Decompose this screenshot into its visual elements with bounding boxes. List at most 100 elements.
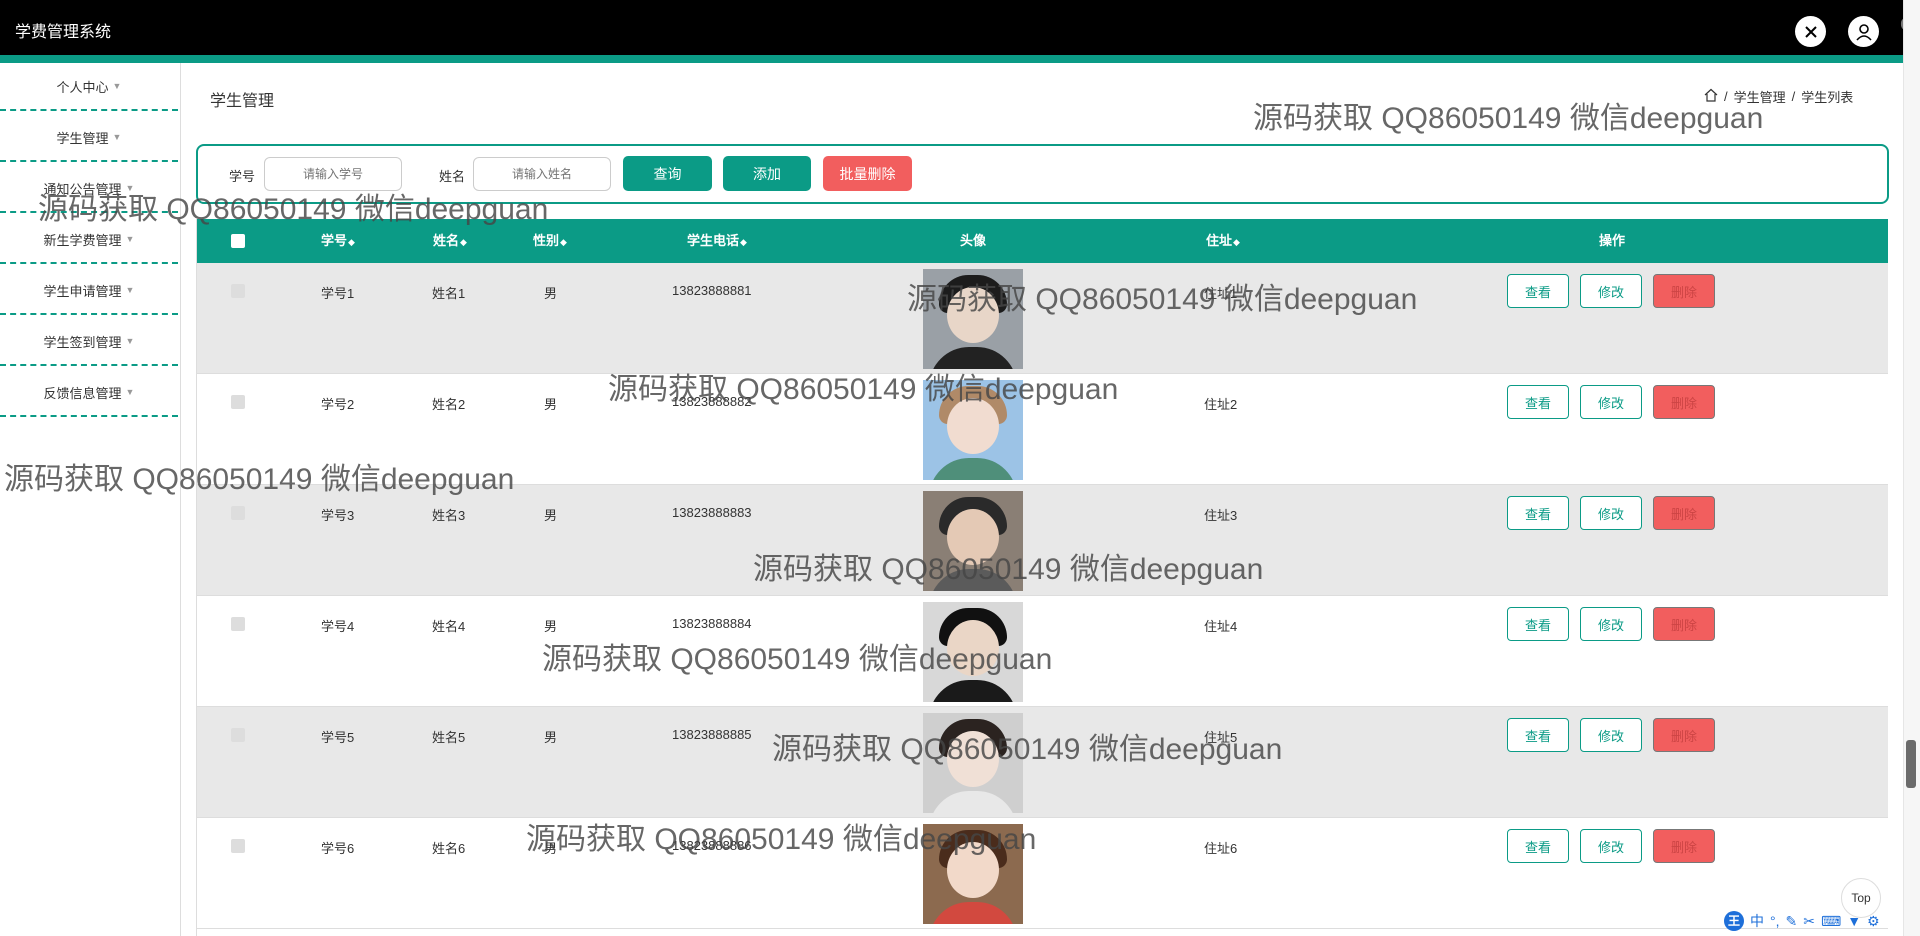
sort-arrows-icon[interactable]: ◆ <box>1233 237 1240 247</box>
keyboard-icon[interactable]: ⌨ <box>1821 913 1841 930</box>
sidebar-item-feedback-management[interactable]: 反馈信息管理 ▼ <box>0 369 178 417</box>
sidebar-item-tuition-management[interactable]: 新生学费管理 ▼ <box>0 216 178 264</box>
pen-icon[interactable]: ✎ <box>1786 913 1798 930</box>
sidebar-item-student-management[interactable]: 学生管理 ▼ <box>0 114 178 162</box>
row-checkbox[interactable] <box>231 839 245 853</box>
table-row: 学号4 姓名4 男 13823888884 住址4 查看 修改 删除 <box>197 596 1888 707</box>
row-checkbox[interactable] <box>231 506 245 520</box>
query-button[interactable]: 查询 <box>623 156 712 191</box>
cell-address: 住址5 <box>1204 730 1238 745</box>
scrollbar-thumb[interactable] <box>1906 740 1916 788</box>
delete-button[interactable]: 删除 <box>1653 274 1715 308</box>
view-button[interactable]: 查看 <box>1507 385 1569 419</box>
column-header-address[interactable]: 住址◆ <box>1206 219 1240 264</box>
home-icon[interactable] <box>1704 88 1718 105</box>
column-header-id[interactable]: 学号◆ <box>321 219 355 264</box>
sort-arrows-icon[interactable]: ◆ <box>560 237 567 247</box>
ime-mode-toggle[interactable]: 中 <box>1750 911 1764 931</box>
chevron-down-icon: ▼ <box>125 183 135 193</box>
avatar-image <box>923 713 1023 813</box>
scissors-icon[interactable]: ✂ <box>1803 913 1815 930</box>
edit-button[interactable]: 修改 <box>1580 274 1642 308</box>
breadcrumb-level2: 学生列表 <box>1801 90 1854 105</box>
view-button[interactable]: 查看 <box>1507 829 1569 863</box>
add-button[interactable]: 添加 <box>723 156 811 191</box>
delete-button[interactable]: 删除 <box>1653 718 1715 752</box>
table-row: 学号1 姓名1 男 13823888881 住址1 查看 修改 删除 <box>197 263 1888 374</box>
cell-gender: 男 <box>544 286 558 301</box>
delete-button[interactable]: 删除 <box>1653 496 1715 530</box>
ime-toolbar: 王 中 °, ✎ ✂ ⌨ ▼ ⚙ <box>1724 910 1880 932</box>
batch-delete-button[interactable]: 批量删除 <box>823 156 912 191</box>
sort-arrows-icon[interactable]: ◆ <box>460 237 467 247</box>
cell-address: 住址4 <box>1204 619 1238 634</box>
table-row: 学号2 姓名2 男 13823888882 住址2 查看 修改 删除 <box>197 374 1888 485</box>
breadcrumb-level1[interactable]: 学生管理 <box>1734 87 1786 106</box>
column-header-phone[interactable]: 学生电话◆ <box>687 219 747 264</box>
delete-button[interactable]: 删除 <box>1653 607 1715 641</box>
breadcrumb-separator: / <box>1791 89 1796 104</box>
column-header-avatar: 头像 <box>959 233 987 248</box>
view-button[interactable]: 查看 <box>1507 496 1569 530</box>
row-checkbox[interactable] <box>231 617 245 631</box>
row-checkbox[interactable] <box>231 395 245 409</box>
cell-gender: 男 <box>544 730 558 745</box>
delete-button[interactable]: 删除 <box>1653 829 1715 863</box>
cell-name: 姓名3 <box>432 508 466 523</box>
cell-phone: 13823888881 <box>672 283 752 298</box>
cell-gender: 男 <box>544 508 558 523</box>
sort-arrows-icon[interactable]: ◆ <box>348 237 355 247</box>
cell-gender: 男 <box>544 619 558 634</box>
column-header-gender[interactable]: 性别◆ <box>533 219 567 264</box>
cell-name: 姓名1 <box>432 286 466 301</box>
table-header: 学号◆ 姓名◆ 性别◆ 学生电话◆ 头像 住址◆ 操作 <box>197 219 1888 263</box>
name-input[interactable] <box>473 157 611 191</box>
student-table: 学号◆ 姓名◆ 性别◆ 学生电话◆ 头像 住址◆ 操作 学号1 姓名1 男 13… <box>196 219 1888 936</box>
table-row: 学号3 姓名3 男 13823888883 住址3 查看 修改 删除 <box>197 485 1888 596</box>
chevron-down-icon: ▼ <box>125 387 135 397</box>
sidebar-item-personal-center[interactable]: 个人中心 ▼ <box>0 63 178 111</box>
cell-phone: 13823888886 <box>672 838 752 853</box>
chevron-down-icon: ▼ <box>125 336 135 346</box>
sidebar-item-label: 学生签到管理 <box>43 334 122 350</box>
sidebar-item-signin-management[interactable]: 学生签到管理 ▼ <box>0 318 178 366</box>
delete-button[interactable]: 删除 <box>1653 385 1715 419</box>
cell-id: 学号6 <box>321 841 355 856</box>
edit-button[interactable]: 修改 <box>1580 829 1642 863</box>
sidebar-item-application-management[interactable]: 学生申请管理 ▼ <box>0 267 178 315</box>
edit-button[interactable]: 修改 <box>1580 718 1642 752</box>
shirt-icon[interactable]: ▼ <box>1847 913 1861 929</box>
sort-arrows-icon[interactable]: ◆ <box>740 237 747 247</box>
cell-id: 学号3 <box>321 508 355 523</box>
close-x-icon[interactable] <box>1795 16 1826 47</box>
table-row: 学号6 姓名6 男 13823888886 住址6 查看 修改 删除 <box>197 818 1888 929</box>
cell-phone: 13823888885 <box>672 727 752 742</box>
edit-button[interactable]: 修改 <box>1580 607 1642 641</box>
cell-address: 住址3 <box>1204 508 1238 523</box>
chevron-down-icon: ▼ <box>125 234 135 244</box>
cell-name: 姓名6 <box>432 841 466 856</box>
settings-gear-icon[interactable]: ⚙ <box>1867 913 1880 930</box>
cell-phone: 13823888883 <box>672 505 752 520</box>
ime-punctuation-toggle[interactable]: °, <box>1770 913 1780 929</box>
edit-button[interactable]: 修改 <box>1580 385 1642 419</box>
row-checkbox[interactable] <box>231 728 245 742</box>
breadcrumb-separator: / <box>1724 89 1728 104</box>
select-all-checkbox[interactable] <box>231 234 245 248</box>
cell-gender: 男 <box>544 397 558 412</box>
column-header-name[interactable]: 姓名◆ <box>433 219 467 264</box>
table-row: 学号5 姓名5 男 13823888885 住址5 查看 修改 删除 <box>197 707 1888 818</box>
vertical-scrollbar[interactable] <box>1903 0 1920 936</box>
avatar-image <box>923 824 1023 924</box>
view-button[interactable]: 查看 <box>1507 274 1569 308</box>
ime-logo-icon[interactable]: 王 <box>1724 911 1744 931</box>
cell-address: 住址6 <box>1204 841 1238 856</box>
edit-button[interactable]: 修改 <box>1580 496 1642 530</box>
view-button[interactable]: 查看 <box>1507 718 1569 752</box>
sidebar-item-label: 反馈信息管理 <box>43 385 122 401</box>
view-button[interactable]: 查看 <box>1507 607 1569 641</box>
student-id-input[interactable] <box>264 157 402 191</box>
row-checkbox[interactable] <box>231 284 245 298</box>
sidebar-item-notice-management[interactable]: 通知公告管理 ▼ <box>0 165 178 213</box>
user-avatar-icon[interactable] <box>1848 16 1879 47</box>
